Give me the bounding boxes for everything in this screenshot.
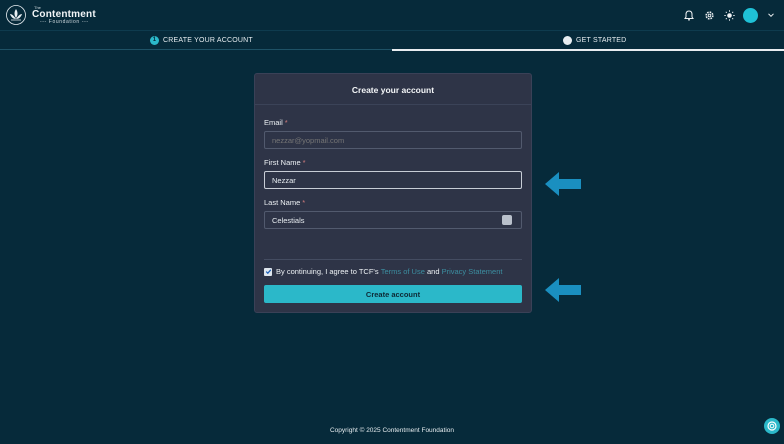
signup-card: Create your account Email* First Name* N… — [254, 73, 532, 313]
create-account-button[interactable]: Create account — [264, 285, 522, 303]
autofill-icon[interactable] — [502, 215, 512, 225]
lotus-logo-icon — [6, 5, 26, 25]
lifebuoy-icon — [767, 421, 777, 431]
bell-icon[interactable] — [683, 9, 695, 21]
first-name-label: First Name * — [264, 158, 306, 167]
help-button[interactable] — [764, 418, 780, 434]
gear-icon[interactable] — [703, 9, 715, 21]
divider — [255, 104, 531, 105]
email-label: Email * — [264, 118, 288, 127]
email-field[interactable] — [264, 131, 522, 149]
brand-sub: --- Foundation --- — [40, 18, 89, 25]
step-label: GET STARTED — [576, 36, 627, 44]
chevron-down-icon[interactable] — [766, 10, 776, 20]
stepper-track-right — [392, 49, 784, 51]
stepper: 1 CREATE YOUR ACCOUNT GET STARTED — [0, 30, 784, 52]
avatar[interactable] — [743, 7, 758, 23]
top-bar: The Contentment --- Foundation --- — [0, 0, 784, 31]
arrow-left-icon — [545, 172, 581, 196]
step-label: CREATE YOUR ACCOUNT — [163, 36, 253, 44]
consent-and: and — [426, 267, 440, 276]
first-name-value: Nezzar — [272, 175, 296, 185]
check-icon — [265, 269, 271, 275]
first-name-field[interactable]: Nezzar — [264, 171, 522, 189]
stepper-track-left — [0, 49, 392, 50]
last-name-label: Last Name * — [264, 198, 306, 207]
last-name-field[interactable]: Celestials — [264, 211, 522, 229]
step-get-started[interactable]: GET STARTED — [563, 30, 626, 50]
privacy-link[interactable]: Privacy Statement — [442, 267, 503, 276]
terms-link[interactable]: Terms of Use — [381, 267, 425, 276]
arrow-left-icon — [545, 278, 581, 302]
brand-logo[interactable]: The Contentment --- Foundation --- — [0, 5, 96, 25]
step-number: 1 — [150, 35, 159, 45]
consent-row: By continuing, I agree to TCF's Terms of… — [264, 267, 502, 276]
divider — [264, 259, 522, 260]
last-name-value: Celestials — [272, 215, 305, 225]
form-title: Create your account — [351, 85, 435, 95]
copyright: Copyright © 2025 Contentment Foundation — [329, 427, 455, 434]
consent-text: By continuing, I agree to TCF's — [276, 267, 379, 276]
sun-icon[interactable] — [723, 9, 735, 21]
step-create-account[interactable]: 1 CREATE YOUR ACCOUNT — [150, 30, 253, 50]
step-dot — [563, 35, 572, 45]
consent-checkbox[interactable] — [264, 267, 272, 276]
